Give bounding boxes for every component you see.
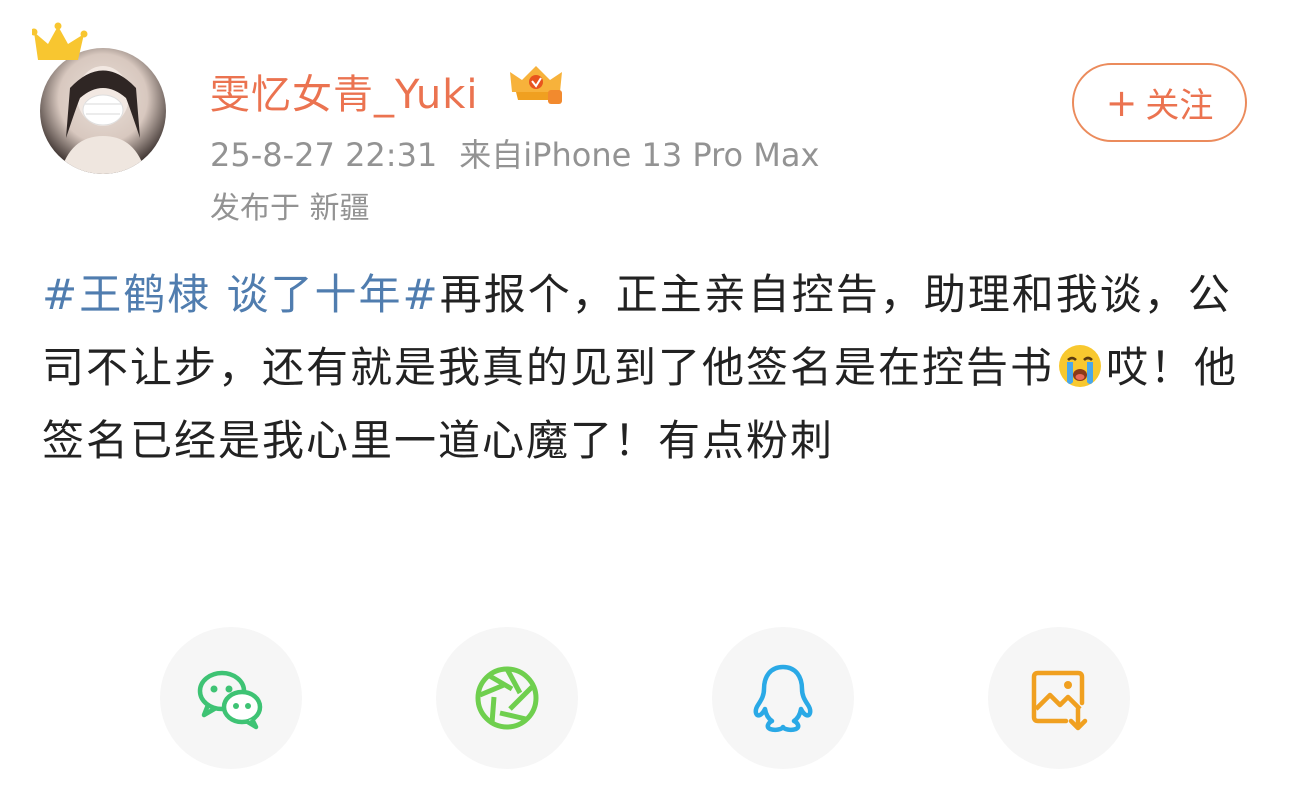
plus-icon: + [1105, 80, 1138, 125]
vip-crown-badge-icon[interactable] [506, 62, 566, 106]
crying-emoji [1059, 345, 1102, 387]
username[interactable]: 雯忆女青_Yuki [210, 62, 478, 120]
share-save-image-button[interactable] [988, 627, 1130, 769]
post-location: 发布于 新疆 [210, 191, 370, 226]
share-wechat-button[interactable] [160, 627, 302, 769]
weibo-post-page: 雯忆女青_Yuki 25-8-27 22:31 来自iPhone 13 Pro M… [0, 0, 1290, 799]
post-timestamp: 25-8-27 22:31 [210, 136, 438, 174]
hashtag-link[interactable]: #王鹤棣 谈了十年# [42, 270, 440, 319]
post-source: 来自iPhone 13 Pro Max [459, 136, 820, 174]
avatar-wrap[interactable] [32, 22, 170, 174]
crown-icon [32, 22, 88, 60]
share-qq-button[interactable] [712, 627, 854, 769]
post-text: #王鹤棣 谈了十年#再报个，正主亲自控告，助理和我谈，公司不让步，还有就是我真的… [42, 258, 1247, 477]
qq-icon [753, 664, 813, 733]
meta-line: 25-8-27 22:31 来自iPhone 13 Pro Max [210, 130, 819, 176]
moments-icon [475, 666, 539, 730]
follow-button[interactable]: + 关注 [1072, 63, 1247, 142]
follow-label: 关注 [1145, 86, 1214, 126]
wechat-icon [197, 670, 263, 730]
share-moments-button[interactable] [436, 627, 578, 769]
save-image-icon [1031, 670, 1088, 731]
